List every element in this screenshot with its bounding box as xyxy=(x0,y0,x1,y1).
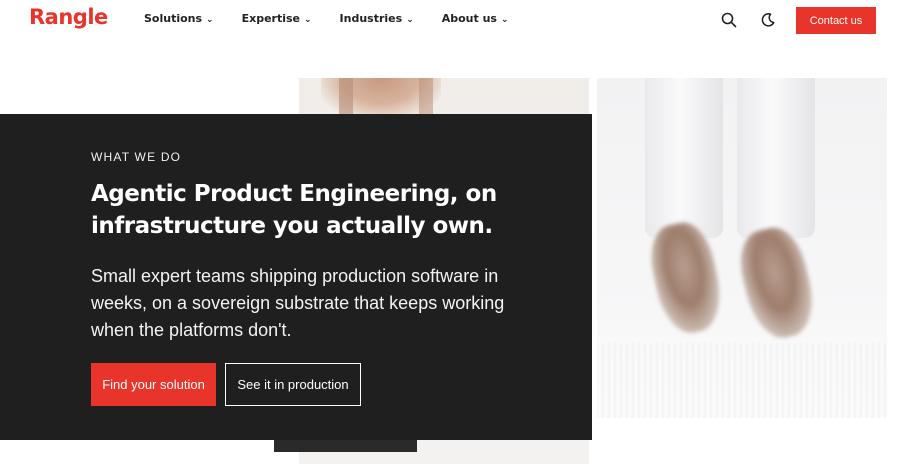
chevron-down-icon: ⌄ xyxy=(206,14,214,25)
image-detail xyxy=(419,78,433,118)
section-eyebrow: WHAT WE DO xyxy=(91,150,182,164)
nav-item-expertise[interactable]: Expertise ⌄ xyxy=(242,12,312,25)
main-nav: Solutions ⌄ Expertise ⌄ Industries ⌄ Abo… xyxy=(144,12,537,25)
rangle-logo[interactable]: Rangle xyxy=(29,5,108,29)
image-trouser-leg xyxy=(645,78,723,238)
image-trouser-leg xyxy=(737,78,815,238)
see-it-in-production-button[interactable]: See it in production xyxy=(225,363,361,406)
contact-us-button[interactable]: Contact us xyxy=(796,7,876,34)
search-icon xyxy=(721,12,737,28)
hero-image-right xyxy=(597,78,887,418)
find-your-solution-button[interactable]: Find your solution xyxy=(91,363,216,406)
nav-item-solutions[interactable]: Solutions ⌄ xyxy=(144,12,214,25)
nav-item-label: Industries xyxy=(339,12,403,25)
moon-icon xyxy=(761,13,775,27)
nav-item-label: Solutions xyxy=(144,12,203,25)
nav-item-about-us[interactable]: About us ⌄ xyxy=(442,12,509,25)
nav-item-industries[interactable]: Industries ⌄ xyxy=(340,12,414,25)
hero-description: Small expert teams shipping production s… xyxy=(91,266,505,340)
theme-toggle-button[interactable] xyxy=(757,9,779,31)
image-detail xyxy=(339,78,353,118)
hero-panel: WHAT WE DO Agentic Product Engineering, … xyxy=(0,114,592,440)
chevron-down-icon: ⌄ xyxy=(500,14,509,25)
nav-item-label: About us xyxy=(441,12,497,25)
search-button[interactable] xyxy=(718,9,740,31)
hero-headline: Agentic Product Engineering, on infrastr… xyxy=(91,181,497,239)
site-header: Rangle Solutions ⌄ Expertise ⌄ Industrie… xyxy=(0,0,900,40)
chevron-down-icon: ⌄ xyxy=(304,14,312,25)
image-motion-blur xyxy=(597,343,887,418)
image-fragment xyxy=(274,440,417,452)
nav-item-label: Expertise xyxy=(241,12,300,25)
chevron-down-icon: ⌄ xyxy=(406,14,414,25)
image-foot xyxy=(732,221,822,345)
